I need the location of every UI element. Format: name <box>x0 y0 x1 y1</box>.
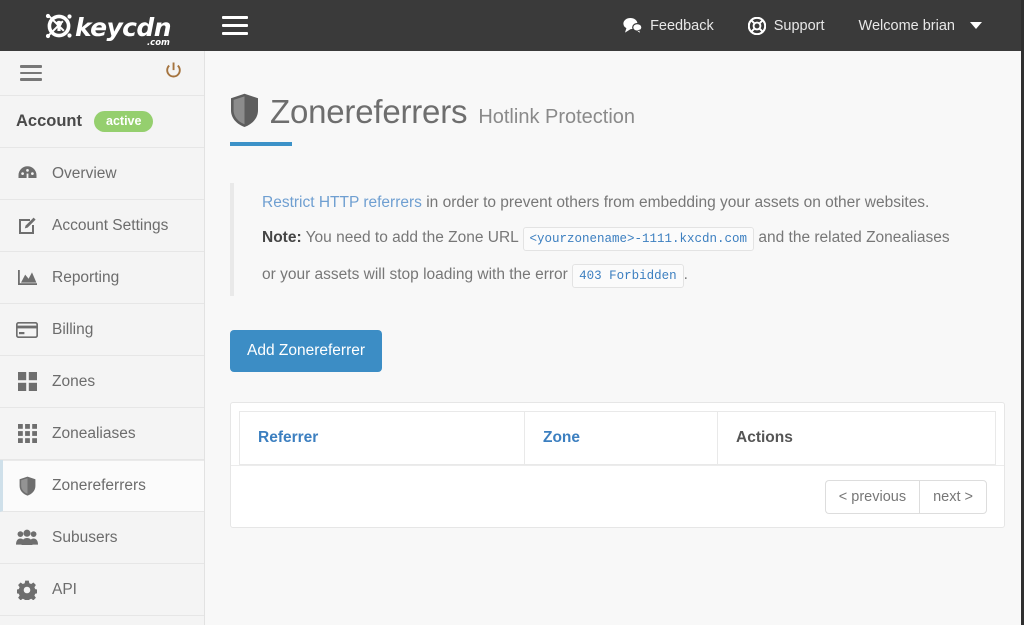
support-link[interactable]: Support <box>731 0 842 51</box>
sidebar-item-subusers[interactable]: Subusers <box>0 512 204 564</box>
hamburger-bar <box>20 71 42 75</box>
sidebar-item-label: Account Settings <box>52 216 169 234</box>
account-label: Account <box>16 112 82 130</box>
dashboard-gauge-icon <box>16 165 38 183</box>
hamburger-bar <box>20 78 42 81</box>
table-header-zone[interactable]: Zone <box>524 411 717 465</box>
sidebar-item-label: Zonereferrers <box>52 476 146 494</box>
sidebar-item-label: Reporting <box>52 268 120 286</box>
keycdn-keyhole-logo-icon <box>44 11 74 41</box>
sidebar-item-label: Billing <box>52 320 94 338</box>
info-description-rest: in order to prevent others from embeddin… <box>421 194 930 211</box>
keycdn-dashboard: keycdn .com Feedback Support Welcome bri… <box>0 0 1024 625</box>
area-chart-icon <box>16 269 38 287</box>
sidebar-tools <box>0 51 204 96</box>
next-page-button[interactable]: next > <box>919 479 987 514</box>
sidebar-item-billing[interactable]: Billing <box>0 304 204 356</box>
sidebar-item-label: Subusers <box>52 528 118 546</box>
pencil-square-icon <box>16 216 38 236</box>
main-content: Zonereferrers Hotlink Protection Restric… <box>206 51 1021 625</box>
info-note: Note: You need to add the Zone URL <your… <box>262 220 965 294</box>
table-header-actions: Actions <box>717 411 996 465</box>
table-header-referrer[interactable]: Referrer <box>239 411 524 465</box>
table-header-row: Referrer Zone Actions <box>231 403 1004 465</box>
previous-page-button[interactable]: < previous <box>824 479 920 514</box>
info-description: Restrict HTTP referrers in order to prev… <box>262 185 965 220</box>
sidebar-item-label: Overview <box>52 164 117 182</box>
sidebar: Account active Overview Account Settings… <box>0 51 205 625</box>
page-title: Zonereferrers Hotlink Protection <box>230 93 635 142</box>
sidebar-item-label: API <box>52 580 77 598</box>
logo-wrap: keycdn .com <box>44 11 172 48</box>
info-block: Restrict HTTP referrers in order to prev… <box>230 183 965 296</box>
logo-suffix: .com <box>146 37 170 48</box>
sidebar-item-account-settings[interactable]: Account Settings <box>0 200 204 252</box>
add-zonereferrer-button[interactable]: Add Zonereferrer <box>230 330 383 372</box>
gear-icon <box>16 580 38 600</box>
title-accent-underline <box>230 142 292 146</box>
feedback-label: Feedback <box>650 17 714 34</box>
top-navigation-bar: keycdn .com Feedback Support Welcome bri… <box>0 0 1021 51</box>
top-right-links: Feedback Support Welcome brian <box>606 0 1021 51</box>
shield-icon <box>230 93 259 133</box>
sidebar-item-api[interactable]: API <box>0 564 204 616</box>
shield-icon <box>16 476 38 496</box>
hamburger-bar <box>222 32 248 35</box>
restrict-referrers-link[interactable]: Restrict HTTP referrers <box>262 194 422 211</box>
note-part-1: You need to add the Zone URL <box>301 229 523 246</box>
speech-bubbles-icon <box>623 17 643 34</box>
main-menu-toggle[interactable] <box>222 12 250 40</box>
chevron-down-icon <box>970 22 982 29</box>
credit-card-icon <box>16 321 38 338</box>
hamburger-bar <box>222 24 248 27</box>
brand-logo[interactable]: keycdn .com <box>0 0 205 51</box>
feedback-link[interactable]: Feedback <box>606 0 731 51</box>
page-subtitle-text: Hotlink Protection <box>478 106 636 128</box>
account-summary: Account active <box>0 96 204 148</box>
grid-2x2-icon <box>16 372 38 391</box>
pagination: < previous next > <box>824 479 987 514</box>
grid-3x3-icon <box>16 424 38 443</box>
error-code: 403 Forbidden <box>572 264 684 288</box>
support-label: Support <box>773 17 825 34</box>
sidebar-item-label: Zonealiases <box>52 424 136 442</box>
user-menu-label: Welcome brian <box>858 17 955 34</box>
note-label: Note: <box>262 229 302 246</box>
sidebar-collapse-toggle[interactable] <box>20 65 42 81</box>
sidebar-item-zonealiases[interactable]: Zonealiases <box>0 408 204 460</box>
note-part-3: . <box>683 266 688 283</box>
hamburger-menu-icon <box>20 65 42 68</box>
zone-url-code: <yourzonename>-1111.kxcdn.com <box>522 227 755 251</box>
table-footer: < previous next > <box>231 465 1004 527</box>
zonereferrers-table: Referrer Zone Actions < previous next > <box>230 402 1005 528</box>
logout-power-icon[interactable] <box>165 62 182 84</box>
page-title-text: Zonereferrers <box>270 93 468 130</box>
user-menu[interactable]: Welcome brian <box>842 0 999 51</box>
sidebar-item-zonereferrers[interactable]: Zonereferrers <box>0 460 204 512</box>
sidebar-item-reporting[interactable]: Reporting <box>0 252 204 304</box>
users-group-icon <box>16 529 38 546</box>
sidebar-item-overview[interactable]: Overview <box>0 148 204 200</box>
lifebuoy-icon <box>747 16 766 35</box>
hamburger-menu-icon <box>222 16 248 19</box>
sidebar-item-zones[interactable]: Zones <box>0 356 204 408</box>
page-header: Zonereferrers Hotlink Protection <box>230 93 635 146</box>
status-badge: active <box>94 110 154 133</box>
sidebar-item-label: Zones <box>52 372 96 390</box>
